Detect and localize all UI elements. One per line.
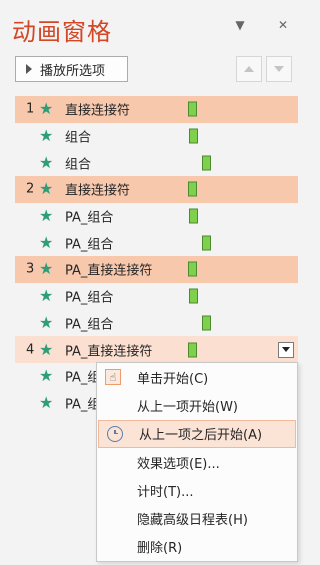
menu-item-label: 计时(T)... bbox=[137, 484, 194, 500]
timeline-bar[interactable] bbox=[188, 101, 197, 117]
item-number: 1 bbox=[26, 101, 35, 117]
menu-item-label: 删除(R) bbox=[137, 541, 183, 557]
mouse-click-icon: ☝ bbox=[105, 369, 121, 386]
arrow-down-icon bbox=[274, 66, 284, 72]
star-icon: ★ bbox=[39, 312, 54, 332]
list-item[interactable]: ★ 组合 bbox=[15, 123, 298, 150]
menu-item-remove[interactable]: 删除(R) bbox=[97, 533, 297, 561]
timeline-bar[interactable] bbox=[189, 128, 198, 144]
close-icon[interactable]: ✕ bbox=[276, 18, 290, 32]
list-item[interactable]: 3 ★ PA_直接连接符 bbox=[15, 256, 298, 283]
item-label: PA_组合 bbox=[65, 317, 114, 333]
list-item[interactable]: 1 ★ 直接连接符 bbox=[15, 96, 298, 123]
menu-item-effect-options[interactable]: 效果选项(E)... bbox=[97, 448, 297, 476]
star-icon: ★ bbox=[39, 339, 54, 359]
star-icon: ★ bbox=[39, 152, 54, 172]
menu-item-with-previous[interactable]: 从上一项开始(W) bbox=[97, 391, 297, 419]
move-up-button[interactable] bbox=[236, 56, 262, 82]
timeline-bar[interactable] bbox=[202, 155, 211, 171]
item-label: 直接连接符 bbox=[65, 103, 131, 119]
item-label: PA_组合 bbox=[65, 290, 114, 306]
timeline-bar[interactable] bbox=[188, 181, 197, 197]
star-icon: ★ bbox=[39, 232, 54, 252]
item-label: PA_直接连接符 bbox=[65, 344, 153, 360]
item-number: 4 bbox=[26, 342, 35, 358]
star-icon: ★ bbox=[39, 179, 54, 199]
star-icon: ★ bbox=[39, 393, 54, 413]
timeline-bar[interactable] bbox=[202, 235, 211, 251]
list-item[interactable]: ★ PA_组合 bbox=[15, 310, 298, 337]
list-item[interactable]: ★ 组合 bbox=[15, 149, 298, 176]
menu-item-label: 单击开始(C) bbox=[137, 371, 209, 387]
star-icon: ★ bbox=[39, 366, 54, 386]
timeline-bar[interactable] bbox=[188, 342, 197, 358]
timeline-bar[interactable] bbox=[189, 208, 198, 224]
list-item[interactable]: ★ PA_组合 bbox=[15, 203, 298, 230]
menu-item-timing[interactable]: 计时(T)... bbox=[97, 476, 297, 504]
star-icon: ★ bbox=[39, 99, 54, 119]
item-label: PA_组合 bbox=[65, 210, 114, 226]
menu-item-label: 从上一项之后开始(A) bbox=[139, 428, 263, 444]
menu-item-label: 隐藏高级日程表(H) bbox=[137, 513, 248, 529]
play-label: 播放所选项 bbox=[40, 63, 106, 79]
list-item[interactable]: 2 ★ 直接连接符 bbox=[15, 176, 298, 203]
star-icon: ★ bbox=[39, 126, 54, 146]
star-icon: ★ bbox=[39, 286, 54, 306]
menu-item-label: 效果选项(E)... bbox=[137, 456, 220, 472]
menu-item-hide-timeline[interactable]: 隐藏高级日程表(H) bbox=[97, 504, 297, 532]
timeline-bar[interactable] bbox=[189, 288, 198, 304]
page-title: 动画窗格 bbox=[12, 18, 112, 46]
menu-item-after-previous[interactable]: 从上一项之后开始(A) bbox=[98, 419, 296, 448]
item-dropdown-button[interactable] bbox=[278, 341, 294, 358]
menu-item-start-on-click[interactable]: ☝ 单击开始(C) bbox=[97, 363, 297, 391]
item-label: PA_直接连接符 bbox=[65, 263, 153, 279]
arrow-up-icon bbox=[244, 66, 254, 72]
pane-options-icon[interactable]: ▼ bbox=[233, 18, 247, 32]
timeline-bar[interactable] bbox=[202, 315, 211, 331]
item-number: 2 bbox=[26, 181, 35, 197]
chevron-down-icon bbox=[282, 347, 290, 353]
play-selected-button[interactable]: 播放所选项 bbox=[15, 56, 128, 82]
list-item[interactable]: ★ PA_组合 bbox=[15, 283, 298, 310]
item-label: PA_组合 bbox=[65, 237, 114, 253]
item-label: 组合 bbox=[65, 157, 92, 173]
item-number: 3 bbox=[26, 261, 35, 277]
star-icon: ★ bbox=[39, 259, 54, 279]
timeline-bar[interactable] bbox=[188, 261, 197, 277]
menu-item-label: 从上一项开始(W) bbox=[137, 399, 238, 415]
item-label: 直接连接符 bbox=[65, 183, 131, 199]
item-label: 组合 bbox=[65, 130, 92, 146]
context-menu: ☝ 单击开始(C) 从上一项开始(W) 从上一项之后开始(A) 效果选项(E).… bbox=[96, 362, 298, 562]
play-icon bbox=[26, 64, 32, 74]
list-item-selected[interactable]: 4 ★ PA_直接连接符 bbox=[15, 336, 298, 363]
move-down-button[interactable] bbox=[266, 56, 292, 82]
star-icon: ★ bbox=[39, 206, 54, 226]
clock-icon bbox=[107, 425, 123, 442]
list-item[interactable]: ★ PA_组合 bbox=[15, 229, 298, 256]
